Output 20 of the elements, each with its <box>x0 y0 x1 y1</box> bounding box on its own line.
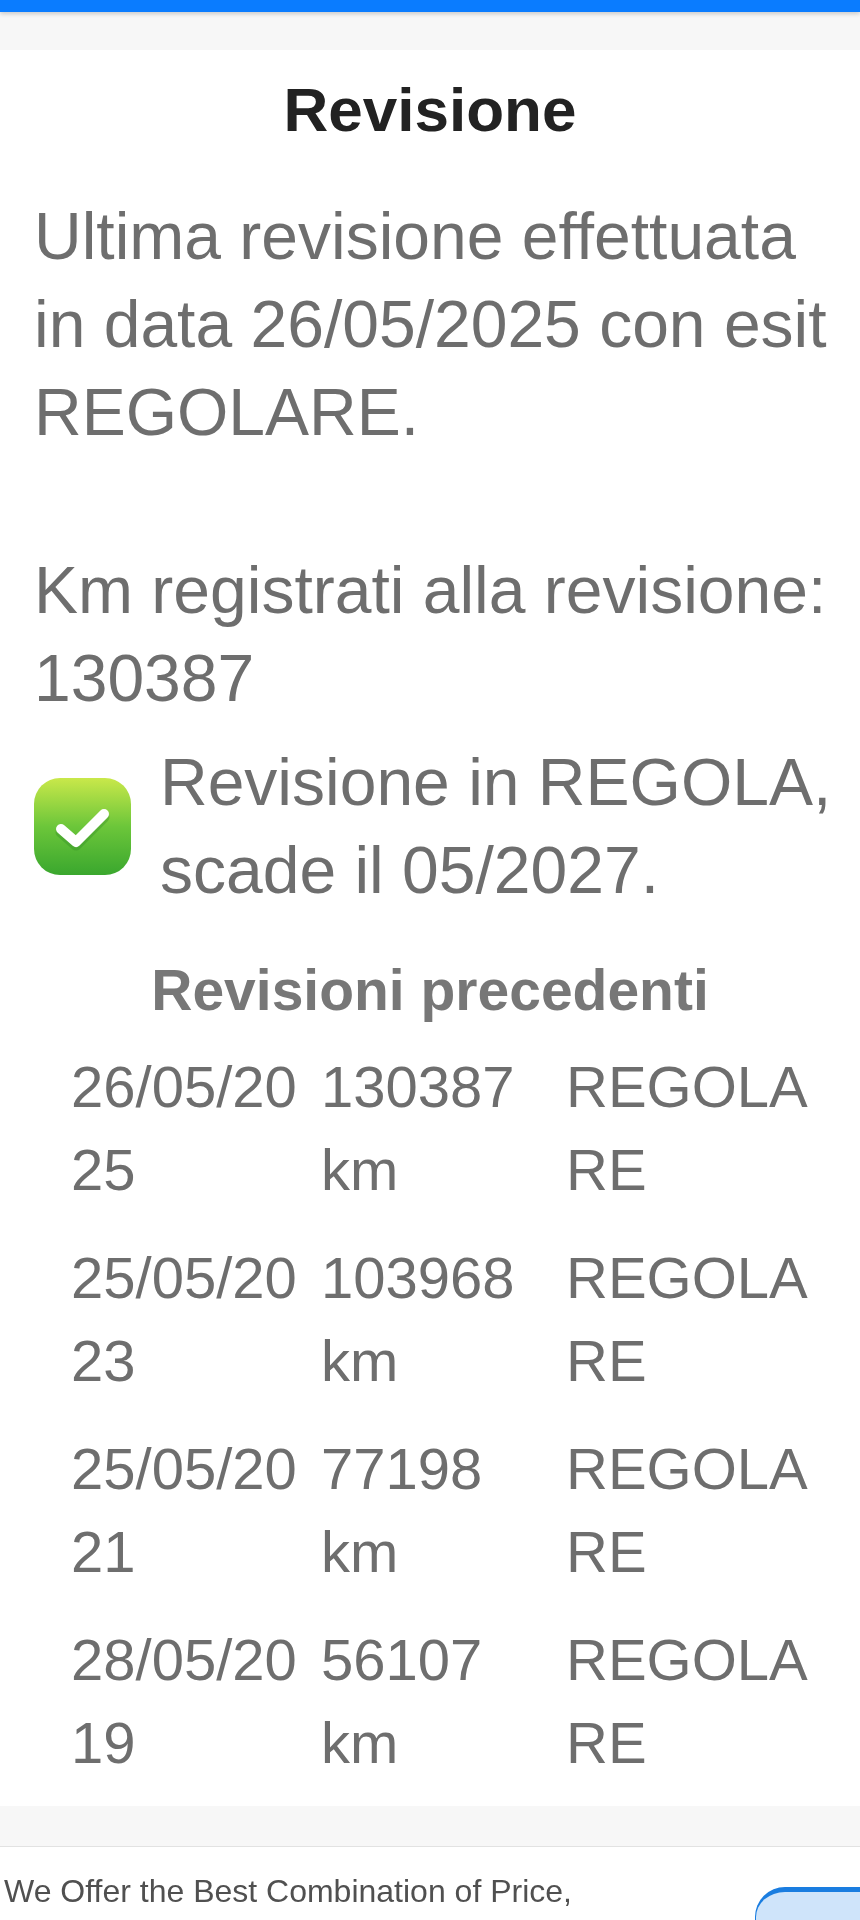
revision-result: REGOLARE <box>566 1435 809 1586</box>
revision-result: REGOLARE <box>566 1244 809 1395</box>
revision-date: 25/05/2023 <box>71 1244 298 1395</box>
status-text: Revisione in REGOLA, scade il 05/2027. <box>160 744 832 909</box>
check-icon <box>34 777 131 875</box>
last-revision-text: Ultima revisione effettuata in data 26/05/2025 con esit REGOLARE. <box>34 198 827 451</box>
revision-mileage: 103968 km <box>321 1244 516 1395</box>
ad-button[interactable] <box>755 1887 860 1920</box>
revision-mileage: 77198 km <box>321 1435 484 1586</box>
revision-result: REGOLARE <box>566 1053 809 1204</box>
section-title: Revisione <box>283 74 577 146</box>
revision-date: 26/05/2025 <box>71 1053 298 1204</box>
revision-mileage: 130387 km <box>321 1053 516 1204</box>
previous-revisions-heading: Revisioni precedenti <box>151 957 709 1024</box>
revision-mileage: 56107 km <box>321 1626 484 1777</box>
revision-date: 25/05/2021 <box>71 1435 298 1586</box>
revision-date: 28/05/2019 <box>71 1626 298 1777</box>
mileage-text: Km registrati alla revisione: 130387 <box>34 552 827 717</box>
ad-text: We Offer the Best Combination of Price, <box>4 1872 572 1911</box>
revision-result: REGOLARE <box>566 1626 809 1777</box>
